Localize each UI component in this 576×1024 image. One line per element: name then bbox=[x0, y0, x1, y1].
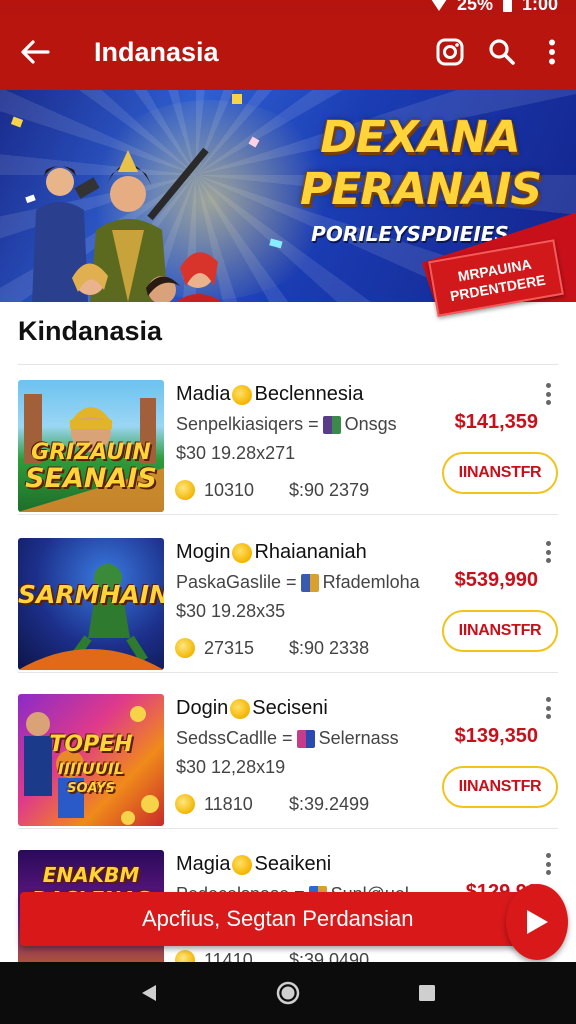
item-title: Magia Seaikeni bbox=[176, 853, 331, 876]
coin-icon bbox=[175, 794, 195, 814]
back-arrow-icon bbox=[21, 40, 50, 64]
transfer-button[interactable]: IINANSTFR bbox=[442, 452, 558, 494]
app-screen: { "status_bar": { "battery": "25%", "tim… bbox=[0, 0, 576, 1024]
item-subtitle-part: Selernass bbox=[318, 728, 399, 748]
more-vert-icon bbox=[549, 39, 555, 65]
item-price: $141,359 bbox=[454, 411, 538, 433]
battery-percent: 25% bbox=[456, 0, 493, 14]
banner-hero-illustration bbox=[10, 94, 283, 302]
item-title-part: Beclennesia bbox=[254, 383, 364, 405]
game-thumbnail: TOPEH IIIIUUIL SOAYS bbox=[18, 694, 164, 826]
game-mini-icon bbox=[296, 729, 315, 748]
item-subtitle-part: SedssCadlle = bbox=[176, 728, 293, 748]
item-title: Dogin Seciseni bbox=[176, 697, 328, 720]
game-thumbnail: SARMHAIN bbox=[18, 538, 164, 670]
game-mini-icon bbox=[322, 415, 341, 434]
coin-icon bbox=[232, 854, 253, 875]
item-more-icon[interactable] bbox=[542, 697, 554, 719]
nav-back-button[interactable] bbox=[125, 969, 173, 1017]
list-item[interactable]: GRIZAUIN SEANAIS Madia Beclennesia Senpe… bbox=[18, 365, 558, 515]
item-divider bbox=[18, 672, 558, 673]
item-meta: $30 19.28x271 bbox=[176, 443, 296, 463]
list-item[interactable]: SARMHAIN Mogin Rhaiananiah PaskaGaslile … bbox=[18, 523, 558, 673]
search-button[interactable] bbox=[476, 14, 528, 90]
play-button[interactable] bbox=[506, 884, 568, 960]
game-mini-icon bbox=[300, 573, 319, 592]
item-title-part: Seaikeni bbox=[254, 853, 332, 875]
thumbnail-text: SOAYS bbox=[67, 781, 115, 796]
back-button[interactable] bbox=[0, 14, 70, 90]
coin-icon bbox=[232, 384, 253, 405]
item-stat-value: $:90 2379 bbox=[289, 480, 370, 500]
item-more-icon[interactable] bbox=[542, 383, 554, 405]
item-stat-coins: 11810 bbox=[204, 794, 253, 814]
item-subtitle-part: Rfademloha bbox=[322, 572, 420, 592]
app-bar: Indanasia bbox=[0, 14, 576, 90]
item-more-icon[interactable] bbox=[542, 853, 554, 875]
item-title-part: Mogin bbox=[176, 541, 231, 563]
item-divider bbox=[18, 514, 558, 515]
banner-title: DEXANA PERANAIS bbox=[300, 112, 542, 216]
item-more-icon[interactable] bbox=[542, 541, 554, 563]
overflow-menu-button[interactable] bbox=[528, 14, 576, 90]
item-title-part: Dogin bbox=[176, 697, 229, 719]
recents-square-icon bbox=[418, 985, 435, 1001]
coin-icon bbox=[230, 698, 251, 719]
item-meta: $30 19.28x35 bbox=[176, 601, 286, 621]
item-stat-coins: 27315 bbox=[204, 638, 255, 658]
search-icon bbox=[489, 39, 515, 65]
item-stat-value: $:39.2499 bbox=[289, 794, 370, 814]
item-divider bbox=[18, 828, 558, 829]
back-triangle-icon bbox=[142, 985, 157, 1001]
item-stat-value: $:90 2338 bbox=[289, 638, 370, 658]
item-subtitle: Senpelkiasiqers = Onsgs bbox=[176, 414, 397, 435]
home-circle-icon bbox=[276, 981, 300, 1005]
instagram-icon bbox=[436, 38, 464, 66]
app-title: Indanasia bbox=[94, 36, 219, 67]
list-item[interactable]: TOPEH IIIIUUIL SOAYS Dogin Seciseni Seds… bbox=[18, 679, 558, 829]
game-thumbnail: GRIZAUIN SEANAIS bbox=[18, 380, 164, 512]
coin-icon bbox=[232, 542, 253, 563]
item-price: $539,990 bbox=[454, 569, 538, 591]
nav-recents-button[interactable] bbox=[403, 969, 451, 1017]
system-nav-bar bbox=[0, 962, 576, 1024]
item-subtitle: PaskaGaslile = Rfademloha bbox=[176, 572, 420, 593]
item-price: $139,350 bbox=[454, 725, 538, 747]
item-title-part: Magia bbox=[176, 853, 231, 875]
transfer-button[interactable]: IINANSTFR bbox=[442, 610, 558, 652]
item-subtitle-part: PaskaGaslile = bbox=[176, 572, 297, 592]
cta-button[interactable]: Apcfius, Segtan Perdansian bbox=[20, 892, 556, 946]
item-subtitle-part: Senpelkiasiqers = bbox=[176, 414, 319, 434]
coin-icon bbox=[175, 480, 195, 500]
transfer-button[interactable]: IINANSTFR bbox=[442, 766, 558, 808]
banner-title-line2: PERANAIS bbox=[300, 164, 542, 215]
instagram-button[interactable] bbox=[424, 14, 476, 90]
battery-icon bbox=[502, 0, 512, 12]
section-title: Kindanasia bbox=[18, 316, 163, 346]
clock: 1:00 bbox=[521, 0, 558, 14]
item-subtitle-part: Onsgs bbox=[344, 414, 397, 434]
item-stat-coins: 10310 bbox=[204, 480, 255, 500]
coin-icon bbox=[175, 638, 195, 658]
nav-home-button[interactable] bbox=[264, 969, 312, 1017]
cta-label: Apcfius, Segtan Perdansian bbox=[142, 906, 414, 931]
item-title: Mogin Rhaiananiah bbox=[176, 541, 367, 564]
banner-title-line1: DEXANA bbox=[320, 112, 520, 163]
thumbnail-text: SEANAIS bbox=[25, 463, 157, 494]
item-title: Madia Beclennesia bbox=[176, 383, 363, 406]
item-subtitle: SedssCadlle = Selernass bbox=[176, 728, 399, 749]
signal-icon bbox=[430, 0, 447, 11]
item-title-part: Rhaiananiah bbox=[254, 541, 367, 563]
item-meta: $30 12,28x19 bbox=[176, 757, 286, 777]
play-icon bbox=[527, 910, 548, 934]
item-title-part: Seciseni bbox=[252, 697, 328, 719]
thumbnail-text: SARMHAIN bbox=[18, 580, 164, 609]
item-title-part: Madia bbox=[176, 383, 231, 405]
status-bar: 25% 1:00 bbox=[0, 0, 576, 14]
